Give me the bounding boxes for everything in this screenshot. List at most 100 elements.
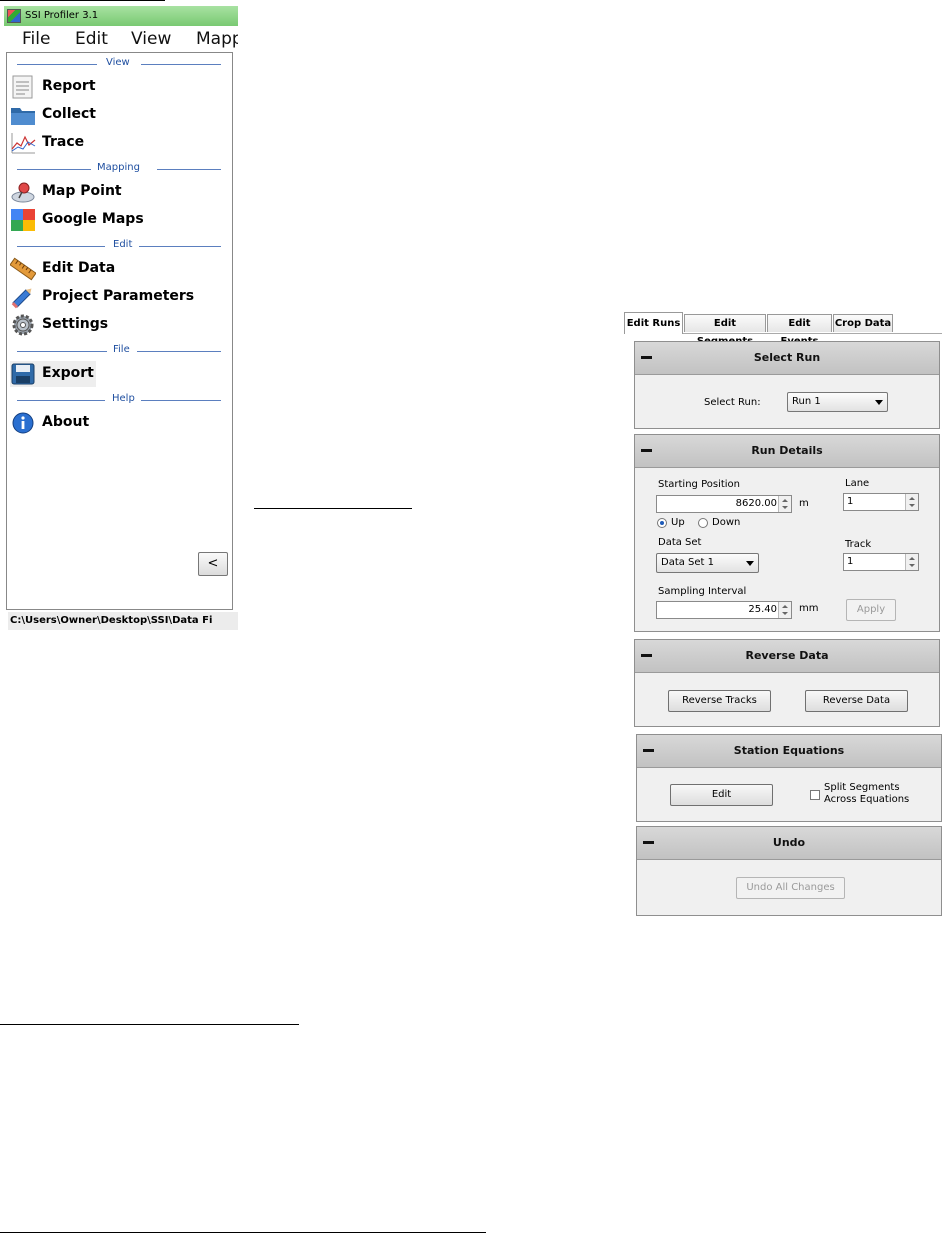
document-underline	[0, 1024, 299, 1025]
run-details-section: Run Details Starting Position 8620.00 m …	[634, 434, 940, 632]
direction-down-label: Down	[712, 517, 741, 528]
floppy-disk-icon	[11, 363, 35, 385]
data-set-label: Data Set	[658, 537, 702, 548]
side-navigation: View Report Collect Trace Mapping Map Po…	[6, 52, 233, 610]
nav-collect-label: Collect	[42, 106, 96, 122]
spinner-buttons[interactable]	[905, 494, 918, 510]
section-file-label: File	[113, 344, 130, 355]
section-help-label: Help	[112, 393, 135, 404]
menu-bar: File Edit View Mapp	[4, 26, 238, 52]
track-value: 1	[847, 556, 854, 567]
undo-all-changes-button[interactable]: Undo All Changes	[736, 877, 845, 899]
section-edit-label: Edit	[113, 239, 133, 250]
reverse-data-title: Reverse Data	[745, 649, 829, 662]
section-mapping-label: Mapping	[97, 162, 140, 173]
nav-google-maps-label: Google Maps	[42, 211, 144, 227]
undo-section: Undo Undo All Changes	[636, 826, 942, 916]
undo-title: Undo	[772, 836, 806, 849]
collapse-panel-button[interactable]: <	[198, 552, 228, 576]
app-icon	[7, 9, 21, 23]
reverse-data-button[interactable]: Reverse Data	[805, 690, 908, 712]
starting-position-label: Starting Position	[658, 479, 741, 490]
station-equations-section: Station Equations Edit Split Segments Ac…	[636, 734, 942, 822]
spinner-buttons[interactable]	[905, 554, 918, 570]
spinner-buttons[interactable]	[778, 496, 791, 512]
reverse-tracks-button[interactable]: Reverse Tracks	[668, 690, 771, 712]
chevron-down-icon	[875, 400, 883, 405]
pencil-icon	[11, 288, 32, 309]
tab-crop-data[interactable]: Crop Data	[833, 314, 893, 332]
track-label: Track	[845, 539, 872, 550]
nav-project-parameters-label: Project Parameters	[42, 288, 195, 304]
tab-edit-runs[interactable]: Edit Runs	[624, 312, 683, 334]
starting-position-unit: m	[799, 498, 809, 509]
nav-map-point-label: Map Point	[42, 183, 122, 199]
menu-file[interactable]: File	[22, 29, 50, 49]
app-title: SSI Profiler 3.1	[25, 10, 99, 21]
document-underline	[254, 508, 412, 509]
select-run-header[interactable]: Select Run	[635, 342, 939, 375]
ssi-profiler-window: SSI Profiler 3.1 File Edit View Mapp Vie…	[0, 0, 238, 630]
lane-value: 1	[847, 496, 854, 507]
tab-edit-events[interactable]: Edit Events	[767, 314, 832, 347]
spinner-buttons[interactable]	[778, 602, 791, 618]
ruler-icon	[10, 257, 36, 281]
lane-input[interactable]: 1	[843, 493, 919, 511]
direction-down-radio[interactable]	[698, 518, 708, 528]
nav-settings-label: Settings	[42, 316, 109, 332]
select-run-title: Select Run	[753, 351, 821, 364]
nav-report-label: Report	[42, 78, 96, 94]
menu-edit[interactable]: Edit	[75, 29, 108, 49]
nav-about-label: About	[42, 414, 90, 430]
report-icon	[12, 75, 33, 99]
station-equations-title: Station Equations	[733, 744, 845, 757]
gear-icon	[12, 314, 34, 336]
data-set-dropdown[interactable]: Data Set 1	[656, 553, 759, 573]
run-details-header[interactable]: Run Details	[635, 435, 939, 468]
split-segments-label-line1: Split Segments	[824, 782, 900, 793]
reverse-data-header[interactable]: Reverse Data	[635, 640, 939, 673]
edit-runs-panel: Edit Runs Edit Segments Edit Events Crop…	[624, 312, 944, 916]
starting-position-value: 8620.00	[735, 498, 777, 509]
document-underline	[0, 1232, 486, 1233]
menu-view[interactable]: View	[131, 29, 171, 49]
tab-strip: Edit Runs Edit Segments Edit Events Crop…	[624, 312, 942, 347]
section-edit: Edit	[17, 239, 221, 252]
sampling-interval-value: 25.40	[748, 604, 777, 615]
select-run-dropdown[interactable]: Run 1	[787, 392, 888, 412]
split-segments-checkbox[interactable]	[810, 790, 820, 800]
nav-trace-label: Trace	[42, 134, 85, 150]
section-view-label: View	[106, 57, 130, 68]
lane-label: Lane	[845, 478, 870, 489]
select-run-section: Select Run Select Run: Run 1	[634, 341, 940, 429]
section-view: View	[17, 57, 221, 70]
station-equations-header[interactable]: Station Equations	[637, 735, 941, 768]
undo-header[interactable]: Undo	[637, 827, 941, 860]
select-run-label: Select Run:	[704, 397, 761, 408]
sampling-interval-unit: mm	[799, 603, 819, 614]
google-maps-icon	[11, 209, 35, 231]
apply-button[interactable]: Apply	[846, 599, 896, 621]
status-bar-path: C:\Users\Owner\Desktop\SSI\Data Fi	[8, 612, 238, 630]
direction-up-radio[interactable]	[657, 518, 667, 528]
chevron-down-icon	[746, 561, 754, 566]
direction-up-label: Up	[671, 517, 685, 528]
data-set-value: Data Set 1	[661, 557, 715, 568]
nav-edit-data-label: Edit Data	[42, 260, 116, 276]
sampling-interval-label: Sampling Interval	[658, 586, 747, 597]
nav-export[interactable]: Export	[10, 361, 96, 387]
map-point-icon	[11, 182, 35, 203]
trace-chart-icon	[11, 133, 36, 154]
section-file: File	[17, 344, 221, 357]
starting-position-input[interactable]: 8620.00	[656, 495, 792, 513]
tab-edit-segments[interactable]: Edit Segments	[684, 314, 766, 347]
title-bar: SSI Profiler 3.1	[4, 6, 238, 26]
reverse-data-section: Reverse Data Reverse Tracks Reverse Data	[634, 639, 940, 727]
station-equations-edit-button[interactable]: Edit	[670, 784, 773, 806]
split-segments-label-line2: Across Equations	[824, 794, 910, 805]
track-input[interactable]: 1	[843, 553, 919, 571]
info-icon	[12, 412, 34, 434]
sampling-interval-input[interactable]: 25.40	[656, 601, 792, 619]
top-underline	[0, 0, 165, 1]
menu-mapping[interactable]: Mapp	[196, 29, 238, 49]
